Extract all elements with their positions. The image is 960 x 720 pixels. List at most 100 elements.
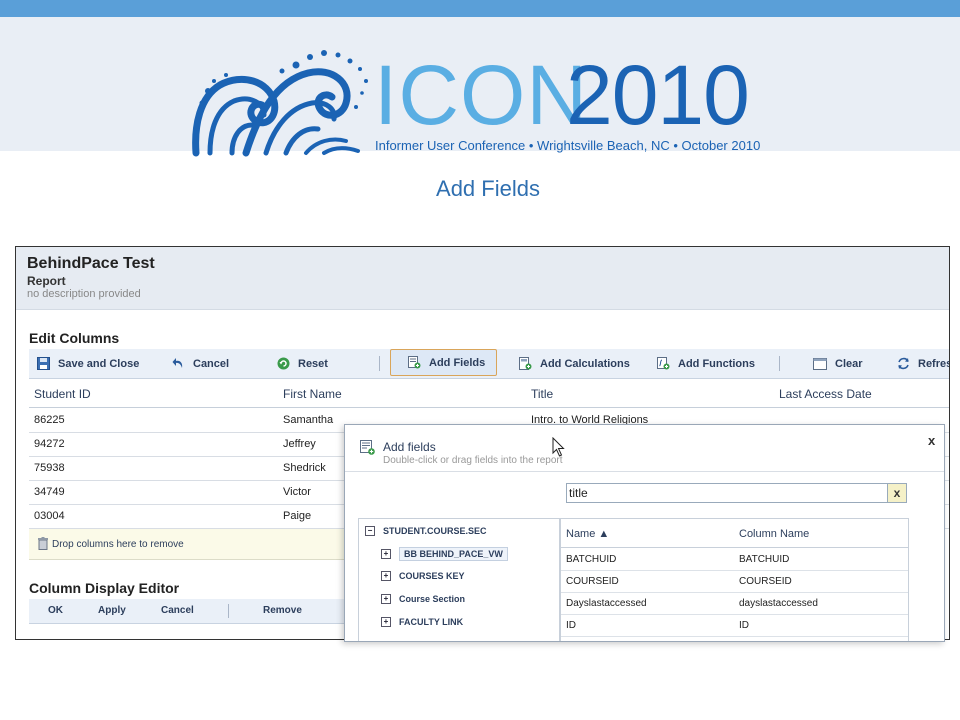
report-description: no description provided <box>27 288 141 300</box>
refresh-button[interactable]: Refresh S <box>897 349 949 378</box>
add-fields-label: Add Fields <box>429 356 486 369</box>
fields-grid-header: Name ▲ Column Name <box>561 519 908 548</box>
toolbar-separator <box>379 356 380 371</box>
cell-first-name: Shedrick <box>283 462 326 474</box>
field-column-name: dayslastaccessed <box>739 598 818 609</box>
expand-icon[interactable]: + <box>381 571 391 581</box>
cell-first-name: Victor <box>283 486 311 498</box>
field-name: Dayslastaccessed <box>566 598 647 609</box>
mouse-pointer-icon <box>552 437 565 457</box>
column-name-header[interactable]: Column Name <box>739 528 809 540</box>
report-header: BehindPace Test Report no description pr… <box>16 247 949 310</box>
clear-label: Clear <box>835 357 863 370</box>
dialog-close-button[interactable]: x <box>928 433 935 448</box>
refresh-icon <box>897 357 910 370</box>
logo-text-icon-part: ICON <box>374 48 588 142</box>
tree-item-label: Course Section <box>399 594 466 604</box>
dialog-divider <box>345 471 944 472</box>
clear-icon <box>813 357 827 370</box>
fields-grid: Name ▲ Column Name BATCHUID BATCHUID COU… <box>560 518 909 641</box>
add-fields-dialog: Add fields Double-click or drag fields i… <box>344 424 945 642</box>
tree-root-label: STUDENT.COURSE.SEC <box>383 526 487 536</box>
edit-columns-toolbar: Save and Close Cancel Reset Add Fields A… <box>29 349 949 379</box>
add-functions-label: Add Functions <box>678 357 755 370</box>
calculator-icon <box>519 357 532 370</box>
tree-root[interactable]: − STUDENT.COURSE.SEC <box>365 526 487 536</box>
apply-button[interactable]: Apply <box>98 605 126 616</box>
cancel-button[interactable]: Cancel <box>172 349 229 378</box>
column-header[interactable]: Student ID <box>34 387 91 401</box>
edit-columns-heading: Edit Columns <box>29 330 120 346</box>
expand-icon[interactable]: + <box>381 549 391 559</box>
add-calculations-label: Add Calculations <box>540 357 630 370</box>
add-fields-button[interactable]: Add Fields <box>390 349 497 376</box>
column-display-editor-toolbar: OK Apply Cancel Remove <box>29 599 359 624</box>
report-name: BehindPace Test <box>27 255 155 272</box>
add-fields-icon <box>408 356 421 369</box>
drop-zone-label: Drop columns here to remove <box>52 539 184 550</box>
reset-icon <box>277 357 290 370</box>
field-column-name: BATCHUID <box>739 554 790 565</box>
cell-student-id: 94272 <box>34 438 65 450</box>
save-and-close-button[interactable]: Save and Close <box>37 349 139 378</box>
field-row[interactable]: ID ID <box>561 614 908 637</box>
expand-icon[interactable]: + <box>381 594 391 604</box>
wave-logo-icon <box>192 50 368 157</box>
column-header[interactable]: Title <box>531 387 553 401</box>
tree-item[interactable]: + FACULTY LINK <box>381 617 463 627</box>
columns-header-row: Student ID First Name Title Last Access … <box>29 381 949 408</box>
add-calculations-button[interactable]: Add Calculations <box>519 349 630 378</box>
cell-first-name: Samantha <box>283 414 334 426</box>
cancel-button[interactable]: Cancel <box>161 605 194 616</box>
cell-first-name: Jeffrey <box>283 438 316 450</box>
dialog-subtitle: Double-click or drag fields into the rep… <box>383 455 563 466</box>
remove-drop-zone[interactable]: Drop columns here to remove <box>29 529 349 560</box>
field-search-input[interactable]: title <box>566 483 888 503</box>
tree-item[interactable]: + COURSES KEY <box>381 571 465 581</box>
reset-button[interactable]: Reset <box>277 349 328 378</box>
column-display-editor-heading: Column Display Editor <box>29 580 180 596</box>
search-clear-button[interactable]: x <box>887 483 907 503</box>
remove-button[interactable]: Remove <box>263 605 302 616</box>
column-header[interactable]: Last Access Date <box>779 387 872 401</box>
cell-student-id: 03004 <box>34 510 65 522</box>
cell-student-id: 34749 <box>34 486 65 498</box>
collapse-icon[interactable]: − <box>365 526 375 536</box>
cell-student-id: 75938 <box>34 462 65 474</box>
undo-icon <box>172 357 185 370</box>
ok-button[interactable]: OK <box>48 605 63 616</box>
cell-first-name: Paige <box>283 510 312 522</box>
tree-item-label-selected: BB BEHIND_PACE_VW <box>399 547 508 561</box>
clear-button[interactable]: Clear <box>813 349 863 378</box>
function-icon <box>657 357 670 370</box>
report-type: Report <box>27 274 66 288</box>
field-name: COURSEID <box>566 576 619 587</box>
field-column-name: ID <box>739 620 749 631</box>
expand-icon[interactable]: + <box>381 617 391 627</box>
tree-item-label: COURSES KEY <box>399 571 465 581</box>
tree-item[interactable]: + BB BEHIND_PACE_VW <box>381 547 508 561</box>
search-value: title <box>569 486 588 500</box>
slide-title: Add Fields <box>436 176 540 201</box>
field-name: ID <box>566 620 576 631</box>
tree-item[interactable]: + Course Section <box>381 594 465 604</box>
toolbar-separator <box>228 604 229 618</box>
field-row[interactable]: Dayslastaccessed dayslastaccessed <box>561 592 908 615</box>
save-and-close-label: Save and Close <box>58 357 140 370</box>
field-row[interactable]: BATCHUID BATCHUID <box>561 548 908 571</box>
field-row[interactable]: COURSEID COURSEID <box>561 570 908 593</box>
field-column-name: COURSEID <box>739 576 792 587</box>
cell-student-id: 86225 <box>34 414 65 426</box>
reset-label: Reset <box>298 357 328 370</box>
name-column-header[interactable]: Name ▲ <box>566 528 609 540</box>
table-tree: − STUDENT.COURSE.SEC + BB BEHIND_PACE_VW… <box>358 518 560 641</box>
add-fields-icon <box>360 440 375 460</box>
top-accent-bar <box>0 0 960 17</box>
conference-tagline: Informer User Conference • Wrightsville … <box>375 138 761 153</box>
add-functions-button[interactable]: Add Functions <box>657 349 755 378</box>
field-name: BATCHUID <box>566 554 617 565</box>
column-header[interactable]: First Name <box>283 387 342 401</box>
trash-icon <box>38 537 48 553</box>
tree-item-label: FACULTY LINK <box>399 617 464 627</box>
toolbar-separator <box>779 356 780 371</box>
